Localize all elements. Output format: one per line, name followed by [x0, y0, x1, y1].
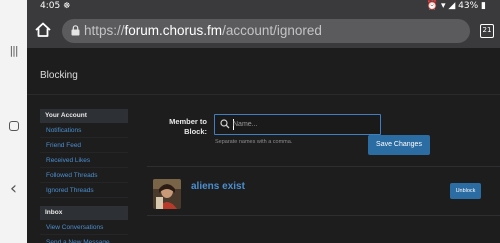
url-field[interactable]: https://forum.chorus.fm/account/ignored — [62, 19, 470, 43]
unblock-button[interactable]: Unblock — [450, 183, 481, 199]
status-time-group: 4:05 ☸ — [40, 1, 70, 11]
account-sidebar: Your Account Notifications Friend Feed R… — [40, 109, 128, 243]
android-nav-bar: ||| ‹ — [0, 0, 27, 243]
lock-icon — [71, 25, 80, 36]
member-to-block-label: Member to Block: — [169, 117, 207, 136]
signal-icon: ◢ — [448, 1, 456, 11]
status-time: 4:05 — [40, 1, 61, 11]
page-content: Blocking Your Account Notifications Frie… — [27, 48, 500, 243]
sidebar-item-ignored-threads[interactable]: Ignored Threads — [40, 183, 128, 198]
sidebar-item-view-conversations[interactable]: View Conversations — [40, 220, 128, 235]
blocked-user-name[interactable]: aliens exist — [191, 181, 245, 192]
battery-percent: 43% — [458, 1, 479, 11]
status-indicators: ⏰ ▾ ◢ 43% ▮ — [427, 1, 486, 11]
back-nav-icon[interactable]: ‹ — [0, 178, 27, 199]
sidebar-item-send-new-message[interactable]: Send a New Message — [40, 235, 128, 243]
recent-apps-icon[interactable]: ||| — [0, 44, 27, 57]
app-notification-icon: ☸ — [63, 1, 71, 10]
input-hint: Separate names with a comma. — [215, 139, 293, 145]
divider — [27, 94, 500, 95]
sidebar-heading-your-account: Your Account — [40, 109, 128, 123]
search-icon — [220, 119, 230, 129]
status-bar: 4:05 ☸ ⏰ ▾ ◢ 43% ▮ — [27, 0, 500, 14]
avatar[interactable] — [153, 179, 181, 209]
sidebar-item-notifications[interactable]: Notifications — [40, 123, 128, 138]
save-changes-button[interactable]: Save Changes — [368, 135, 430, 155]
sidebar-item-followed-threads[interactable]: Followed Threads — [40, 168, 128, 183]
divider — [147, 215, 500, 216]
browser-home-icon[interactable] — [33, 20, 53, 40]
member-name-input[interactable] — [233, 117, 373, 132]
url-text: https://forum.chorus.fm/account/ignored — [84, 23, 322, 38]
sidebar-item-received-likes[interactable]: Received Likes — [40, 153, 128, 168]
sidebar-heading-inbox: Inbox — [40, 206, 128, 220]
sidebar-item-friend-feed[interactable]: Friend Feed — [40, 138, 128, 153]
browser-toolbar: https://forum.chorus.fm/account/ignored … — [27, 14, 500, 48]
url-host: forum.chorus.fm — [124, 23, 223, 38]
divider — [147, 166, 500, 167]
tab-switcher-button[interactable]: 21 — [480, 24, 494, 38]
member-name-field[interactable] — [214, 114, 381, 135]
url-scheme: https:// — [84, 23, 125, 38]
alarm-icon: ⏰ — [426, 1, 439, 11]
wifi-icon: ▾ — [440, 1, 446, 11]
home-nav-icon[interactable] — [0, 116, 27, 135]
battery-icon: ▮ — [481, 1, 486, 11]
page-title: Blocking — [40, 70, 78, 81]
url-path: /account/ignored — [222, 23, 322, 38]
